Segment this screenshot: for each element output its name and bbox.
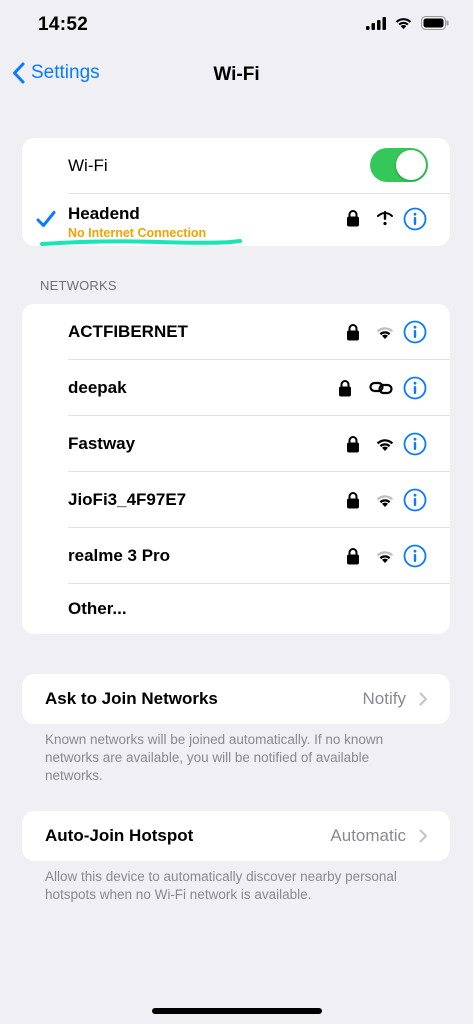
network-name: Fastway [68, 434, 136, 453]
navigation-bar: Settings Wi-Fi [0, 52, 473, 102]
network-name: ACTFIBERNET [68, 322, 188, 341]
info-button-icon[interactable] [403, 544, 427, 568]
network-row[interactable]: JioFi3_4F97E7 [22, 472, 450, 528]
chevron-right-icon [419, 692, 427, 706]
info-button-icon[interactable] [403, 488, 427, 512]
toggle-knob [396, 150, 426, 180]
ask-to-join-label: Ask to Join Networks [45, 689, 218, 708]
ask-to-join-footer: Known networks will be joined automatica… [45, 732, 384, 783]
page-title: Wi-Fi [213, 64, 260, 85]
network-row[interactable]: ACTFIBERNET [22, 304, 450, 360]
lock-icon [347, 436, 359, 453]
checkmark-icon [36, 211, 56, 227]
highlight-underline [40, 239, 242, 246]
lock-icon [347, 324, 359, 341]
auto-join-footer: Allow this device to automatically disco… [45, 869, 397, 902]
auto-join-card: Auto-Join Hotspot Automatic [22, 811, 450, 861]
wifi-toggle-label: Wi-Fi [68, 156, 108, 175]
lock-icon [347, 492, 359, 509]
link-icon [369, 381, 393, 395]
cellular-signal-icon [366, 16, 386, 30]
info-button-icon[interactable] [403, 376, 427, 400]
info-button-icon[interactable] [403, 207, 427, 231]
home-indicator[interactable] [152, 1008, 322, 1014]
ask-to-join-card: Ask to Join Networks Notify [22, 674, 450, 724]
ask-to-join-row[interactable]: Ask to Join Networks Notify [22, 674, 450, 724]
wifi-toggle-row: Wi-Fi [22, 138, 450, 194]
wifi-icon [376, 327, 394, 339]
status-time: 14:52 [38, 14, 89, 35]
connected-network-name: Headend [68, 204, 140, 223]
network-name: realme 3 Pro [68, 546, 171, 565]
info-button-icon[interactable] [403, 432, 427, 456]
status-icons [366, 16, 449, 30]
status-bar: 14:52 [0, 0, 473, 52]
other-network-label: Other... [68, 599, 127, 618]
wifi-icon [376, 439, 394, 451]
wifi-status-icon [395, 18, 412, 30]
other-network-row[interactable]: Other... [22, 584, 450, 634]
wifi-icon [376, 551, 394, 563]
lock-icon [347, 210, 359, 227]
wifi-card: Wi-Fi Headend No Internet Connection [22, 138, 450, 246]
auto-join-row[interactable]: Auto-Join Hotspot Automatic [22, 811, 450, 861]
lock-icon [339, 380, 351, 397]
wifi-toggle[interactable] [370, 148, 428, 182]
auto-join-value: Automatic [330, 826, 406, 845]
wifi-icon [376, 495, 394, 507]
network-row[interactable]: Fastway [22, 416, 450, 472]
battery-icon [421, 16, 449, 30]
network-row[interactable]: realme 3 Pro [22, 528, 450, 584]
info-button-icon[interactable] [403, 320, 427, 344]
lock-icon [347, 548, 359, 565]
network-name: JioFi3_4F97E7 [68, 490, 187, 509]
network-row[interactable]: deepak [22, 360, 450, 416]
chevron-right-icon [419, 829, 427, 843]
auto-join-label: Auto-Join Hotspot [45, 826, 194, 845]
wifi-warning-icon [377, 211, 393, 226]
networks-card: ACTFIBERNET deepak Fastway JioFi3_4F97E7… [22, 304, 450, 634]
network-name: deepak [68, 378, 127, 397]
networks-section-header: NETWORKS [40, 278, 117, 293]
ask-to-join-value: Notify [362, 689, 406, 708]
